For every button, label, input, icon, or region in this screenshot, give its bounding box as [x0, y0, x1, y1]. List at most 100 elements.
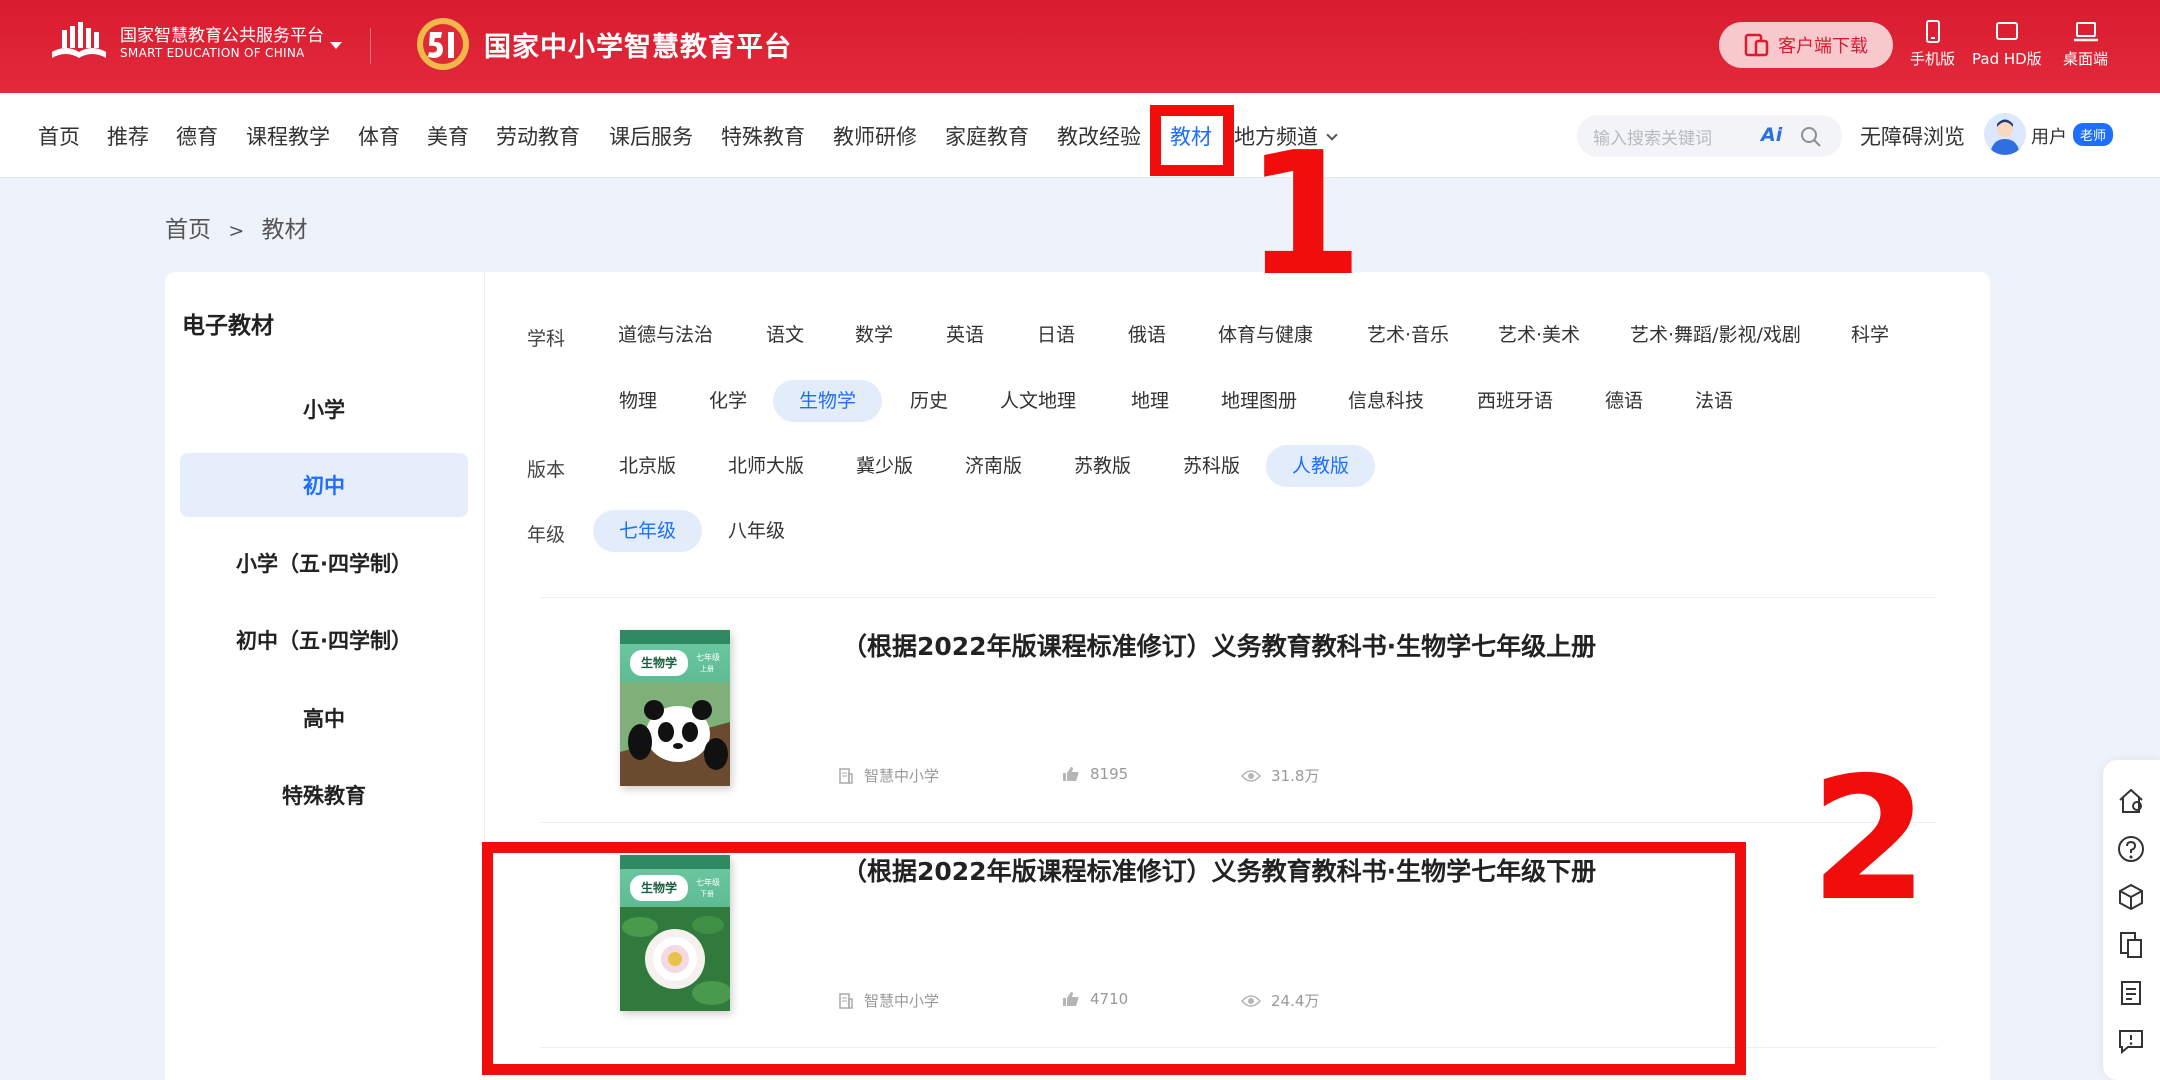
platform-logo[interactable]: 国家智慧教育公共服务平台 SMART EDUCATION OF CHINA [48, 22, 324, 64]
subject-chip[interactable]: 西班牙语 [1451, 380, 1579, 422]
grade-filter-label: 年级 [527, 524, 566, 546]
nav-special-education[interactable]: 特殊教育 [721, 121, 805, 151]
nav-reform-experience[interactable]: 教改经验 [1057, 121, 1141, 151]
platform-switch-caret-icon[interactable] [330, 42, 342, 49]
nav-recommend[interactable]: 推荐 [107, 121, 149, 151]
subject-chip[interactable]: 道德与法治 [592, 314, 739, 356]
mobile-version-label: 手机版 [1910, 50, 1956, 68]
breadcrumb-home[interactable]: 首页 [165, 217, 211, 243]
subject-chip[interactable]: 化学 [683, 380, 773, 422]
subject-chip[interactable]: 历史 [884, 380, 974, 422]
accessibility-link[interactable]: 无障碍浏览 [1860, 121, 1965, 151]
document-icon[interactable] [2116, 978, 2146, 1008]
views-count: 31.8万 [1271, 767, 1320, 785]
annotation-number-2: 2 [1810, 741, 1929, 939]
edition-chip[interactable]: 苏教版 [1048, 445, 1157, 487]
nav-courses[interactable]: 课程教学 [246, 121, 330, 151]
subject-chip[interactable]: 物理 [593, 380, 683, 422]
sidebar-item-junior-high[interactable]: 初中 [180, 453, 468, 517]
nav-moral-education[interactable]: 德育 [176, 121, 218, 151]
subject-chip-active[interactable]: 生物学 [773, 380, 883, 422]
divider [540, 597, 1937, 598]
edition-chip[interactable]: 北师大版 [702, 445, 830, 487]
edition-chip[interactable]: 苏科版 [1157, 445, 1266, 487]
nav-after-school[interactable]: 课后服务 [609, 121, 693, 151]
annotation-number-1: 1 [1245, 116, 1364, 314]
sidebar-item-primary-54[interactable]: 小学（五·四学制） [180, 531, 468, 595]
mobile-version-link[interactable]: 手机版 [1910, 20, 1955, 69]
platform-name-en: SMART EDUCATION OF CHINA [120, 46, 305, 60]
subject-chip[interactable]: 艺术·舞蹈/影视/戏剧 [1604, 314, 1827, 356]
nav-teacher-training[interactable]: 教师研修 [833, 121, 917, 151]
top-header: 国家智慧教育公共服务平台 SMART EDUCATION OF CHINA 国家… [0, 0, 2160, 93]
subject-chip[interactable]: 体育与健康 [1192, 314, 1339, 356]
sidebar-item-primary[interactable]: 小学 [180, 377, 468, 441]
ai-search-icon[interactable]: Ai [1761, 124, 1782, 146]
nav-home[interactable]: 首页 [38, 121, 80, 151]
pad-version-link[interactable]: Pad HD版 [1972, 20, 2042, 69]
annotation-box-2 [482, 842, 1746, 1075]
subject-chip[interactable]: 俄语 [1102, 314, 1192, 356]
subject-chip[interactable]: 语文 [740, 314, 830, 356]
laptop-icon [2073, 22, 2098, 42]
edition-chip-active[interactable]: 人教版 [1266, 445, 1376, 487]
eye-icon [1241, 769, 1261, 782]
edition-chip[interactable]: 北京版 [593, 445, 702, 487]
site-title: 国家中小学智慧教育平台 [484, 31, 792, 63]
nav-family-education[interactable]: 家庭教育 [945, 121, 1029, 151]
subject-chip[interactable]: 地理 [1105, 380, 1195, 422]
subject-filter-label: 学科 [527, 328, 566, 350]
search-box[interactable]: 输入搜索关键词 Ai [1577, 115, 1842, 157]
copy-icon[interactable] [2116, 930, 2146, 960]
book-likes[interactable]: 8195 [1062, 765, 1128, 783]
nav-arts[interactable]: 美育 [427, 121, 469, 151]
subject-chip[interactable]: 人文地理 [974, 380, 1102, 422]
grade-chip-active[interactable]: 七年级 [593, 510, 703, 552]
publisher-name: 智慧中小学 [864, 767, 940, 785]
search-input[interactable]: 输入搜索关键词 [1593, 124, 1712, 149]
divider [540, 822, 1937, 823]
avatar[interactable] [1984, 113, 2026, 155]
anniversary-badge-icon [417, 18, 469, 70]
grade-chip[interactable]: 八年级 [702, 510, 811, 552]
site-logo[interactable]: 国家中小学智慧教育平台 [408, 14, 792, 74]
subject-chip[interactable]: 地理图册 [1195, 380, 1323, 422]
feedback-icon[interactable] [2116, 1026, 2146, 1056]
client-download-label: 客户端下载 [1778, 36, 1868, 57]
search-icon[interactable] [1799, 125, 1823, 149]
home-icon[interactable] [2116, 786, 2146, 816]
subject-chip[interactable]: 数学 [829, 314, 919, 356]
book-title[interactable]: （根据2022年版课程标准修订）义务教育教科书·生物学七年级上册 [842, 627, 1596, 663]
header-divider [370, 28, 371, 64]
breadcrumb: 首页 > 教材 [165, 210, 308, 244]
main-nav: 首页 推荐 德育 课程教学 体育 美育 劳动教育 课后服务 特殊教育 教师研修 … [0, 93, 2160, 178]
subject-chip[interactable]: 信息科技 [1322, 380, 1450, 422]
subject-chip[interactable]: 艺术·美术 [1472, 314, 1606, 356]
edition-chip[interactable]: 济南版 [939, 445, 1048, 487]
panda-illustration-icon [620, 682, 730, 786]
nav-labor[interactable]: 劳动教育 [496, 121, 580, 151]
client-download-button[interactable]: 客户端下载 [1719, 22, 1893, 68]
book-views: 31.8万 [1241, 765, 1319, 786]
subject-chip[interactable]: 法语 [1669, 380, 1759, 422]
building-icon [839, 767, 853, 784]
user-name[interactable]: 用户 [2031, 123, 2067, 149]
cube-icon[interactable] [2116, 882, 2146, 912]
subject-chip[interactable]: 德语 [1579, 380, 1669, 422]
subject-chip[interactable]: 英语 [920, 314, 1010, 356]
subject-chip[interactable]: 科学 [1825, 314, 1915, 356]
edition-chip[interactable]: 冀少版 [830, 445, 939, 487]
book-cover[interactable]: 生物学 七年级 上册 [620, 630, 730, 786]
sidebar-item-senior-high[interactable]: 高中 [180, 686, 468, 750]
desktop-version-link[interactable]: 桌面端 [2063, 20, 2108, 69]
breadcrumb-current: 教材 [261, 217, 308, 243]
book-logo-icon [52, 22, 106, 58]
sidebar-item-junior-54[interactable]: 初中（五·四学制） [180, 608, 468, 672]
cover-grade: 七年级 [696, 653, 720, 662]
help-icon[interactable] [2116, 834, 2146, 864]
subject-chip[interactable]: 艺术·音乐 [1341, 314, 1475, 356]
sidebar-item-special[interactable]: 特殊教育 [180, 763, 468, 827]
nav-sports[interactable]: 体育 [358, 121, 400, 151]
subject-chip[interactable]: 日语 [1011, 314, 1101, 356]
cover-term: 上册 [700, 665, 714, 673]
